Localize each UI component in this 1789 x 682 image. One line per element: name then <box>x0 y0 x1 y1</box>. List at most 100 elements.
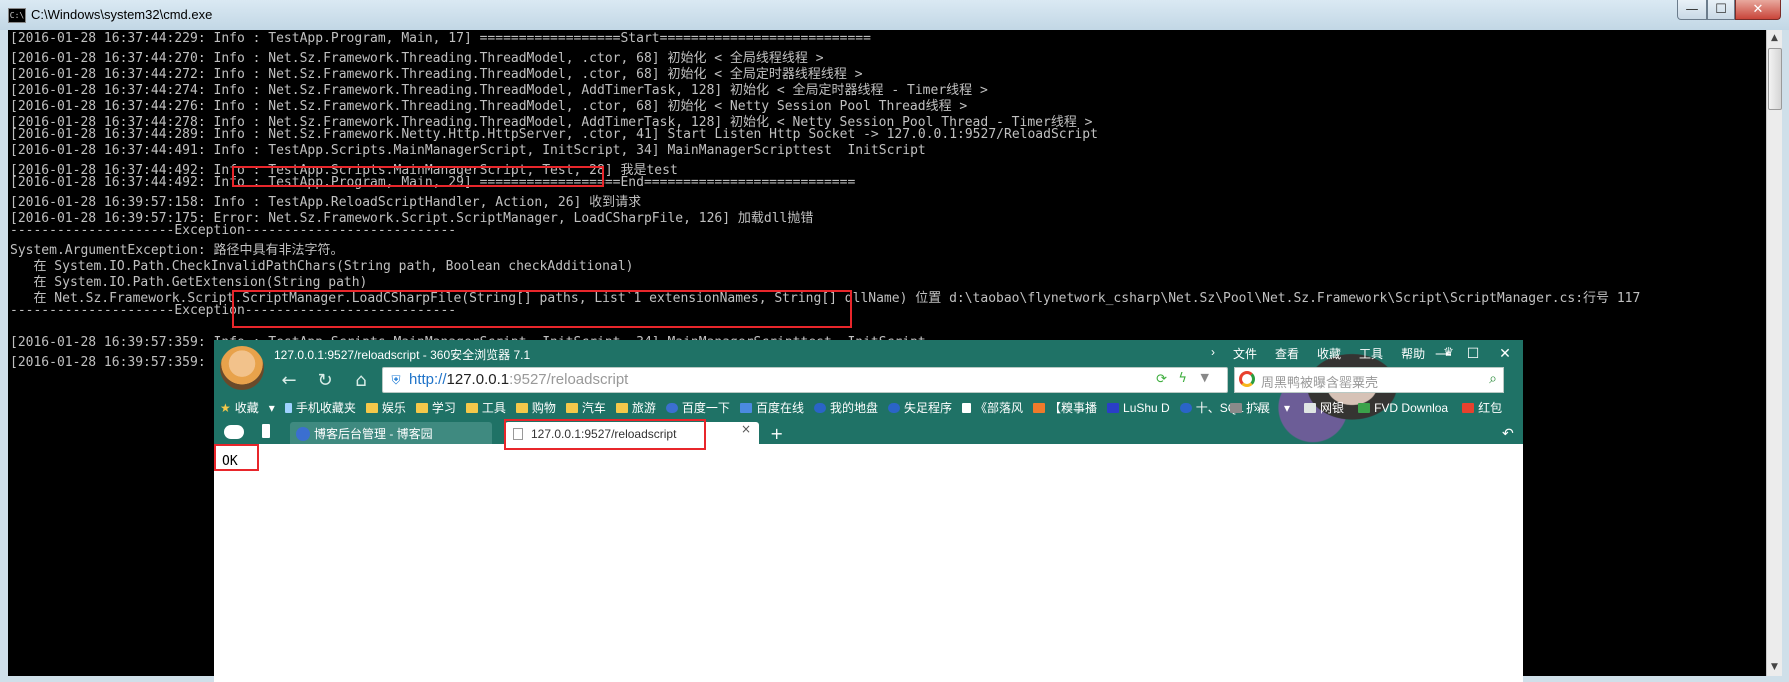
tab-blog-admin[interactable]: 博客后台管理 - 博客园 <box>290 422 492 446</box>
tab-reloadscript[interactable]: 127.0.0.1:9527/reloadscript × <box>505 422 759 446</box>
menu-favorites[interactable]: 收藏 <box>1308 345 1350 362</box>
bookmark-cars[interactable]: 汽车 <box>565 399 606 416</box>
bookmark-label: 百度一下 <box>681 401 730 415</box>
address-bar[interactable]: ⛨ http://127.0.0.1:9527/reloadscript ⟳ ϟ… <box>382 367 1228 393</box>
star-icon: ★ <box>220 400 231 415</box>
browser-window-title: 127.0.0.1:9527/reloadscript - 360安全浏览器 7… <box>274 348 531 362</box>
address-url[interactable]: http://127.0.0.1:9527/reloadscript <box>409 371 628 388</box>
console-line: [2016-01-28 16:39:57:158: Info : TestApp… <box>10 195 642 210</box>
console-line: 在 System.IO.Path.GetExtension(String pat… <box>10 275 368 290</box>
console-line: [2016-01-28 16:37:44:289: Info : Net.Sz.… <box>10 127 1098 142</box>
bookmark-label: 汽车 <box>581 401 606 415</box>
bookmark-entertainment[interactable]: 娱乐 <box>365 399 406 416</box>
tab-site-icon <box>296 427 310 441</box>
page-icon <box>961 402 971 413</box>
browser-chrome: 127.0.0.1:9527/reloadscript - 360安全浏览器 7… <box>214 340 1523 446</box>
extensions-button[interactable]: 扩展 <box>1230 399 1270 416</box>
extensions-dropdown-icon[interactable]: ▾ <box>1284 399 1290 416</box>
scroll-down-arrow-icon[interactable]: ▼ <box>1767 659 1782 676</box>
page-content: OK <box>214 444 1523 682</box>
bookmark-baidu[interactable]: 百度一下 <box>665 399 730 416</box>
site-icon <box>813 402 826 413</box>
response-text: OK <box>222 454 238 469</box>
maximize-button[interactable]: ☐ <box>1707 0 1735 20</box>
search-box[interactable]: 周黑鸭被曝含罂粟壳 ⌕ <box>1234 367 1504 393</box>
red-packet-button[interactable]: 红包 <box>1462 399 1502 416</box>
bookmark-mobile[interactable]: 手机收藏夹 <box>284 399 356 416</box>
scroll-up-arrow-icon[interactable]: ▲ <box>1767 30 1782 47</box>
refresh-icon[interactable]: ↻ <box>314 370 336 392</box>
bookmark-qiushi[interactable]: 【糗事播 <box>1033 399 1097 416</box>
cmd-app-icon: C:\ <box>8 8 26 23</box>
cmd-window-title: C:\Windows\system32\cmd.exe <box>31 7 213 22</box>
bookmark-lost-programmer[interactable]: 失足程序 <box>887 399 952 416</box>
bookmark-travel[interactable]: 旅游 <box>615 399 656 416</box>
console-line: 在 System.IO.Path.CheckInvalidPathChars(S… <box>10 259 634 274</box>
download-icon <box>1358 402 1371 413</box>
new-tab-button[interactable]: + <box>770 422 783 446</box>
menu-expand-icon[interactable]: › <box>1202 345 1224 362</box>
browser-menubar: › 文件 查看 收藏 工具 帮助 ♛ <box>1202 345 1463 362</box>
console-line: 在 Net.Sz.Framework.Script.ScriptManager.… <box>10 291 1641 306</box>
speed-refresh-icon[interactable]: ⟳ <box>1156 372 1167 387</box>
site-icon <box>887 402 900 413</box>
console-line: ---------------------Exception----------… <box>10 223 457 238</box>
menu-tools[interactable]: 工具 <box>1350 345 1392 362</box>
minimize-button[interactable]: — <box>1677 0 1707 20</box>
bookmark-baidu-translate[interactable]: 百度在线 <box>739 399 804 416</box>
menu-view[interactable]: 查看 <box>1266 345 1308 362</box>
back-arrow-icon[interactable]: ← <box>278 370 300 392</box>
home-icon[interactable]: ⌂ <box>350 370 372 392</box>
console-scrollbar[interactable]: ▲ ▼ <box>1766 30 1782 676</box>
bookmark-study[interactable]: 学习 <box>415 399 456 416</box>
console-line: [2016-01-28 16:37:44:274: Info : Net.Sz.… <box>10 83 988 98</box>
console-line: [2016-01-28 16:37:44:276: Info : Net.Sz.… <box>10 99 968 114</box>
online-banking-label: 网银 <box>1320 401 1345 415</box>
search-icon[interactable]: ⌕ <box>1489 371 1497 387</box>
search-engine-icon[interactable] <box>1239 371 1255 387</box>
tab-close-icon[interactable]: × <box>741 422 751 436</box>
console-line: [2016-01-28 16:37:44:492: Info : TestApp… <box>10 163 678 178</box>
cmd-titlebar[interactable]: C:\ C:\Windows\system32\cmd.exe — ☐ ✕ <box>0 0 1789 30</box>
bookmark-favorites[interactable]: ★ 收藏 <box>220 399 259 416</box>
console-line: System.ArgumentException: 路径中具有非法字符。 <box>10 243 344 258</box>
bookmark-shopping[interactable]: 购物 <box>515 399 556 416</box>
flash-icon[interactable]: ϟ <box>1178 371 1187 386</box>
lushu-icon <box>1107 402 1120 413</box>
bookmark-label: 百度在线 <box>755 401 804 415</box>
url-host: 127.0.0.1 <box>446 371 510 388</box>
search-input[interactable]: 周黑鸭被曝含罂粟壳 <box>1261 372 1378 391</box>
mobile-icon[interactable] <box>262 424 270 438</box>
folder-icon <box>415 402 428 413</box>
bookmarks-bar: ★ 收藏 ▾ 手机收藏夹 娱乐 学习 工具 购物 汽车 旅游 百度一下 百度在线 … <box>214 396 1523 420</box>
folder-icon <box>615 402 628 413</box>
page-icon <box>513 428 523 440</box>
console-lines: [2016-01-28 16:37:44:229: Info : TestApp… <box>10 31 1740 370</box>
online-banking-button[interactable]: 网银 <box>1304 399 1344 416</box>
bookmarks-right: 扩展 ▾ 网银 FVD Downloa 红包 <box>1230 399 1516 416</box>
bookmark-tribe[interactable]: 《部落风 <box>961 399 1023 416</box>
bookmark-label: 《部落风 <box>974 401 1023 415</box>
bookmark-tools[interactable]: 工具 <box>465 399 506 416</box>
bookmark-dropdown-icon[interactable]: ▾ <box>269 401 275 415</box>
console-line: [2016-01-28 16:37:44:272: Info : Net.Sz.… <box>10 67 863 82</box>
undo-close-tab-icon[interactable]: ↶ <box>1502 422 1514 446</box>
address-dropdown-icon[interactable]: ▼ <box>1201 371 1209 384</box>
phone-icon <box>284 402 292 413</box>
fvd-downloader-button[interactable]: FVD Downloa <box>1358 399 1448 416</box>
bookmark-label: 我的地盘 <box>829 401 878 415</box>
menu-file[interactable]: 文件 <box>1224 345 1266 362</box>
close-button[interactable]: ✕ <box>1735 0 1781 20</box>
scroll-thumb[interactable] <box>1768 48 1782 110</box>
address-toolbar: ← ↻ ⌂ ⛨ http://127.0.0.1:9527/reloadscri… <box>214 362 1523 400</box>
bookmark-label: 旅游 <box>631 401 656 415</box>
console-line: [2016-01-28 16:37:44:278: Info : Net.Sz.… <box>10 115 1093 130</box>
bookmark-my-site[interactable]: 我的地盘 <box>813 399 878 416</box>
console-line: [2016-01-28 16:37:44:270: Info : Net.Sz.… <box>10 51 824 66</box>
fvd-downloader-label: FVD Downloa <box>1374 400 1449 415</box>
bookmark-lushu[interactable]: LuShu D <box>1107 401 1170 415</box>
bookmark-label: 学习 <box>431 401 456 415</box>
cloud-icon[interactable] <box>224 425 244 439</box>
extensions-label: 扩展 <box>1246 401 1271 415</box>
extensions-icon <box>1230 402 1242 413</box>
